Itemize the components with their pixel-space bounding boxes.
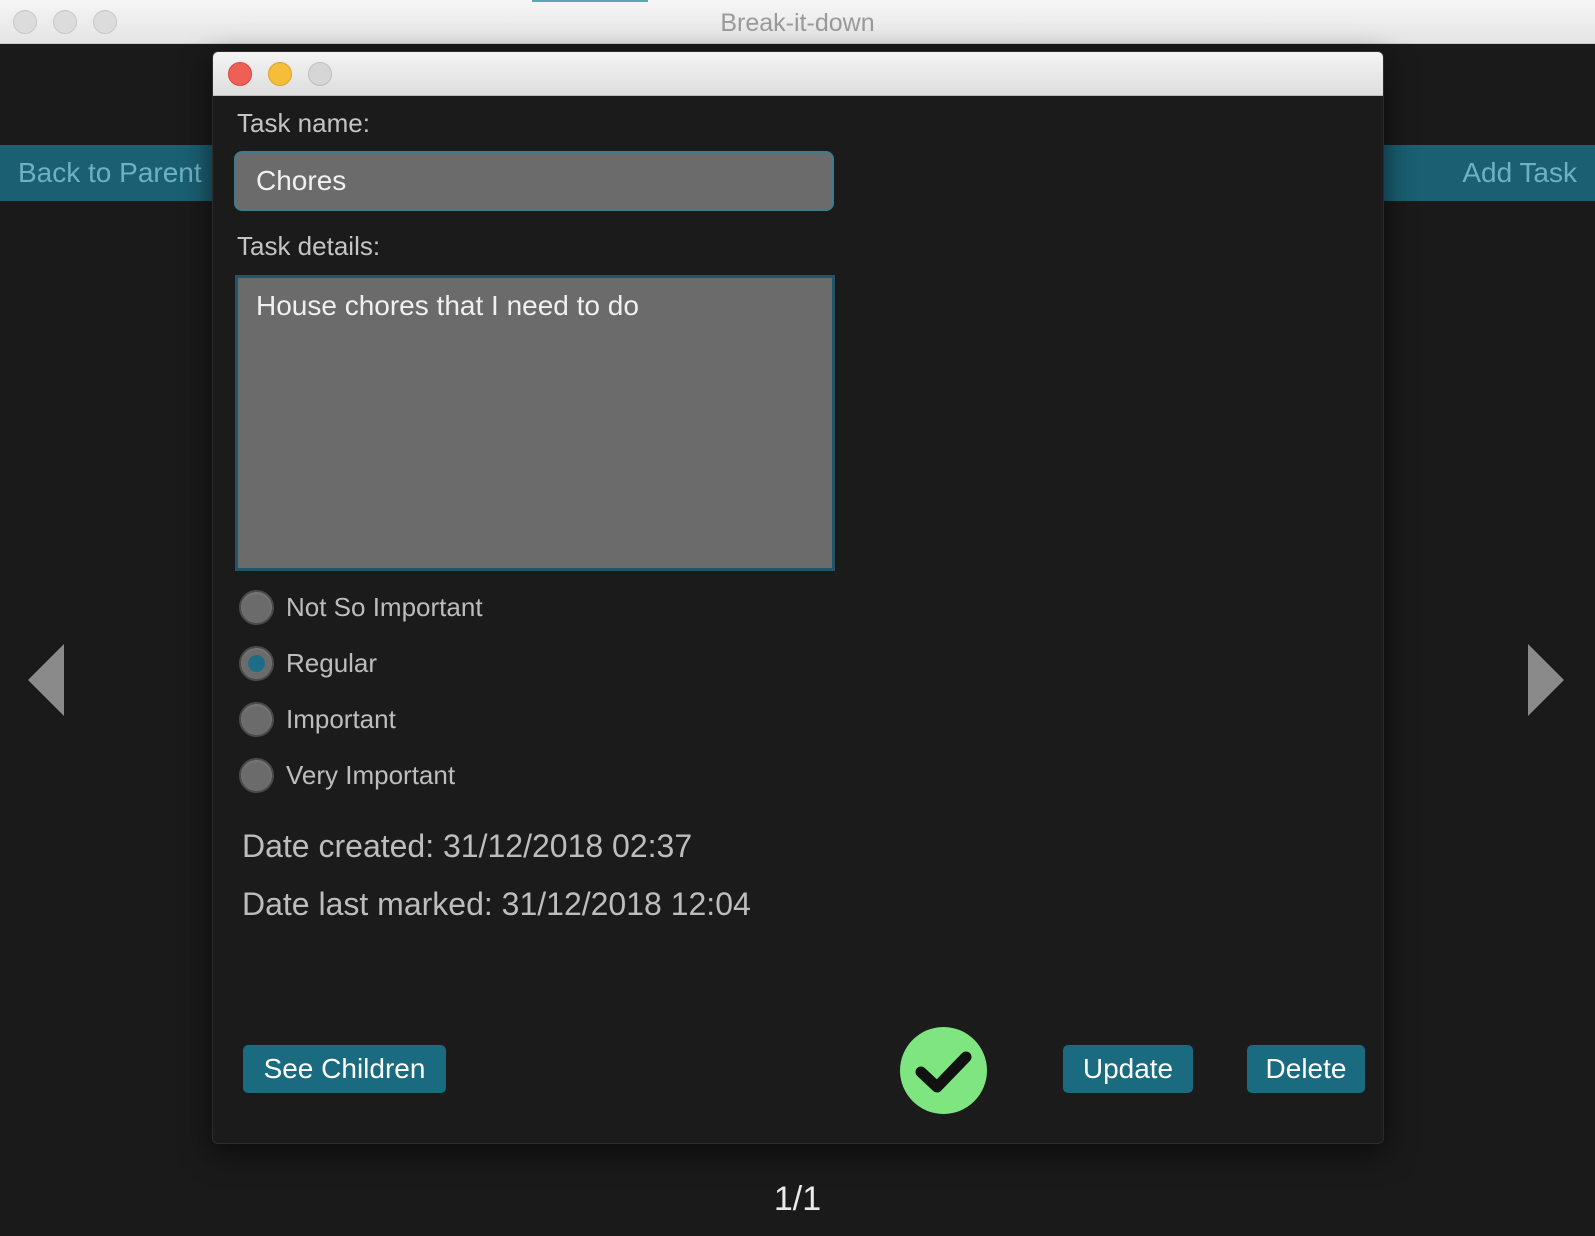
priority-label: Not So Important [286,591,483,622]
date-last-marked-text: Date last marked: 31/12/2018 12:04 [242,886,751,922]
priority-option-important[interactable]: Important [239,699,396,739]
add-task-button[interactable]: Add Task [1355,145,1595,201]
priority-option-very-important[interactable]: Very Important [239,755,455,795]
dialog-titlebar [213,52,1383,96]
dialog-close-button[interactable] [228,62,252,86]
titlebar-accent [532,0,648,2]
next-arrow-icon[interactable] [1528,644,1564,716]
task-details-textarea[interactable]: House chores that I need to do [235,275,835,571]
priority-label: Very Important [286,759,456,790]
main-window-titlebar: Break-it-down [0,0,1595,44]
task-name-input[interactable]: Chores [234,151,834,211]
back-to-parent-button[interactable]: Back to Parent [0,145,240,201]
date-created-text: Date created: 31/12/2018 02:37 [242,828,693,864]
radio-button[interactable] [239,701,274,737]
task-dialog: Task name: Chores Task details: House ch… [212,51,1384,1144]
page-counter: 1/1 [773,1180,822,1218]
checkmark-icon [915,1051,972,1093]
previous-arrow-icon[interactable] [28,644,64,716]
task-details-label: Task details: [237,231,381,261]
task-name-label: Task name: [237,108,370,138]
radio-button[interactable] [239,589,274,625]
update-button[interactable]: Update [1063,1045,1193,1093]
priority-label: Regular [286,647,378,678]
mark-complete-button[interactable] [900,1027,987,1114]
priority-label: Important [286,703,396,734]
delete-button[interactable]: Delete [1247,1045,1365,1093]
radio-button[interactable] [239,757,274,793]
dialog-zoom-button[interactable] [308,62,332,86]
radio-button-selected[interactable] [239,645,274,681]
see-children-button[interactable]: See Children [243,1045,446,1093]
window-title: Break-it-down [720,9,875,37]
dialog-minimize-button[interactable] [268,62,292,86]
priority-option-regular[interactable]: Regular [239,643,377,683]
priority-option-not-so-important[interactable]: Not So Important [239,587,483,627]
